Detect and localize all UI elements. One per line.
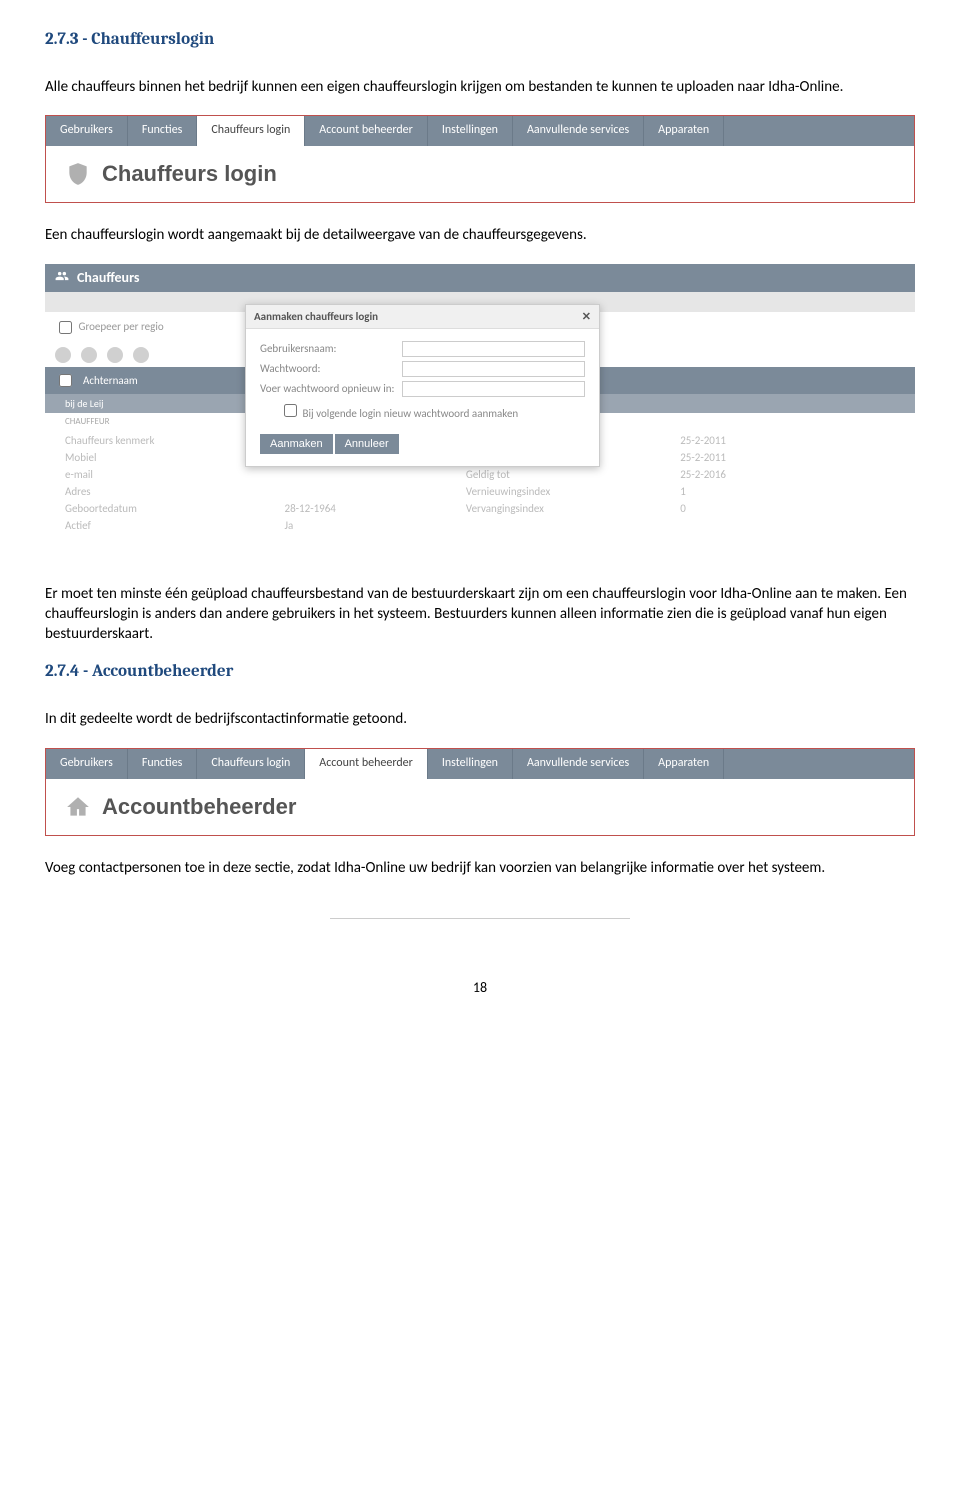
screenshot-create-login-dialog: Chauffeurs Groepeer per regio Achternaam… xyxy=(45,264,915,562)
close-icon[interactable]: ✕ xyxy=(582,310,591,323)
tab-functies-2[interactable]: Functies xyxy=(128,749,198,779)
value-vernieuwingsindex: 1 xyxy=(680,485,726,498)
chauffeurs-title: Chauffeurs xyxy=(77,269,139,286)
input-wachtwoord[interactable] xyxy=(402,361,585,377)
value-geboortedatum: 28-12-1964 xyxy=(285,502,336,515)
chauffeurs-titlebar: Chauffeurs xyxy=(45,264,915,292)
tab-chauffeurs-login[interactable]: Chauffeurs login xyxy=(197,116,305,146)
select-all-checkbox[interactable] xyxy=(59,374,72,387)
dialog-title-text: Aanmaken chauffeurs login xyxy=(254,310,378,323)
paragraph-intro: Alle chauffeurs binnen het bedrijf kunne… xyxy=(45,77,915,97)
dialog-titlebar: Aanmaken chauffeurs login ✕ xyxy=(246,305,599,329)
page-title-account: Accountbeheerder xyxy=(102,794,296,820)
label-nieuw-wachtwoord: Bij volgende login nieuw wachtwoord aanm… xyxy=(303,407,519,420)
people-icon xyxy=(55,269,69,287)
tab-account-beheerder-2[interactable]: Account beheerder xyxy=(305,749,428,779)
heading-accountbeheerder: 2.7.4 - Accountbeheerder xyxy=(45,662,915,681)
label-kenmerk: Chauffeurs kenmerk xyxy=(65,434,155,447)
dialog-body: Gebruikersnaam: Wachtwoord: Voer wachtwo… xyxy=(246,329,599,466)
label-adres: Adres xyxy=(65,485,155,498)
create-login-dialog: Aanmaken chauffeurs login ✕ Gebruikersna… xyxy=(245,304,600,467)
tab-aanvullende-services-2[interactable]: Aanvullende services xyxy=(513,749,644,779)
paragraph-minste: Er moet ten minste één geüpload chauffeu… xyxy=(45,584,915,645)
page-number: 18 xyxy=(45,979,915,996)
tab-apparaten[interactable]: Apparaten xyxy=(644,116,724,146)
tab-instellingen-2[interactable]: Instellingen xyxy=(428,749,513,779)
toolbar-icon-1[interactable] xyxy=(55,347,71,363)
paragraph-detail: Een chauffeurslogin wordt aangemaakt bij… xyxy=(45,225,915,245)
annuleer-button[interactable]: Annuleer xyxy=(335,434,399,454)
tab-gebruikers[interactable]: Gebruikers xyxy=(46,116,128,146)
label-vervangingsindex: Vervangingsindex xyxy=(466,502,550,515)
footer-rule xyxy=(330,918,630,919)
toolbar-icon-2[interactable] xyxy=(81,347,97,363)
tab-bar: Gebruikers Functies Chauffeurs login Acc… xyxy=(46,116,914,146)
checkbox-nieuw-wachtwoord[interactable] xyxy=(284,404,297,417)
group-per-regio-checkbox[interactable] xyxy=(59,321,72,334)
page-title-login: Chauffeurs login xyxy=(102,161,277,187)
dialog-buttons: Aanmaken Annuleer xyxy=(260,434,585,454)
tab-account-beheerder[interactable]: Account beheerder xyxy=(305,116,428,146)
label-geldig-tot: Geldig tot xyxy=(466,468,550,481)
home-icon xyxy=(64,793,92,821)
screenshot-tabs-account: Gebruikers Functies Chauffeurs login Acc… xyxy=(45,748,915,836)
tab-bar-2: Gebruikers Functies Chauffeurs login Acc… xyxy=(46,749,914,779)
aanmaken-button[interactable]: Aanmaken xyxy=(260,434,333,454)
label-vernieuwingsindex: Vernieuwingsindex xyxy=(466,485,550,498)
value-geldig-vanaf: 25-2-2011 xyxy=(680,451,726,464)
tab-functies[interactable]: Functies xyxy=(128,116,198,146)
group-per-regio-label: Groepeer per regio xyxy=(79,320,164,333)
heading-chauffeurslogin: 2.7.3 - Chauffeurslogin xyxy=(45,30,915,49)
tab-aanvullende-services[interactable]: Aanvullende services xyxy=(513,116,644,146)
value-vervangingsindex: 0 xyxy=(680,502,726,515)
paragraph-contactinfo: In dit gedeelte wordt de bedrijfscontact… xyxy=(45,709,915,729)
input-gebruikersnaam[interactable] xyxy=(402,341,585,357)
label-mobiel: Mobiel xyxy=(65,451,155,464)
value-actief: Ja xyxy=(285,519,336,532)
paragraph-voeg-contact: Voeg contactpersonen toe in deze sectie,… xyxy=(45,858,915,878)
toolbar-icon-3[interactable] xyxy=(107,347,123,363)
tab-chauffeurs-login-2[interactable]: Chauffeurs login xyxy=(197,749,305,779)
label-actief: Actief xyxy=(65,519,155,532)
input-wachtwoord-opnieuw[interactable] xyxy=(402,381,585,397)
shield-icon xyxy=(64,160,92,188)
detail-col-1: Chauffeurs kenmerk Mobiel e-mail Adres G… xyxy=(65,434,155,532)
detail-col-2-values: 25-2-2011 25-2-2011 25-2-2016 1 0 xyxy=(680,434,726,532)
tab-instellingen[interactable]: Instellingen xyxy=(428,116,513,146)
page-header-login: Chauffeurs login xyxy=(46,146,914,202)
toolbar-icon-4[interactable] xyxy=(133,347,149,363)
value-geldig-tot: 25-2-2016 xyxy=(680,468,726,481)
column-header-achternaam: Achternaam xyxy=(83,374,138,387)
tab-gebruikers-2[interactable]: Gebruikers xyxy=(46,749,128,779)
label-gebruikersnaam: Gebruikersnaam: xyxy=(260,342,402,355)
label-wachtwoord: Wachtwoord: xyxy=(260,362,402,375)
label-email: e-mail xyxy=(65,468,155,481)
label-wachtwoord-opnieuw: Voer wachtwoord opnieuw in: xyxy=(260,382,402,395)
page-header-account: Accountbeheerder xyxy=(46,779,914,835)
screenshot-tabs-login: Gebruikers Functies Chauffeurs login Acc… xyxy=(45,115,915,203)
label-geboortedatum: Geboortedatum xyxy=(65,502,155,515)
tab-apparaten-2[interactable]: Apparaten xyxy=(644,749,724,779)
value-datum-uitgifte: 25-2-2011 xyxy=(680,434,726,447)
